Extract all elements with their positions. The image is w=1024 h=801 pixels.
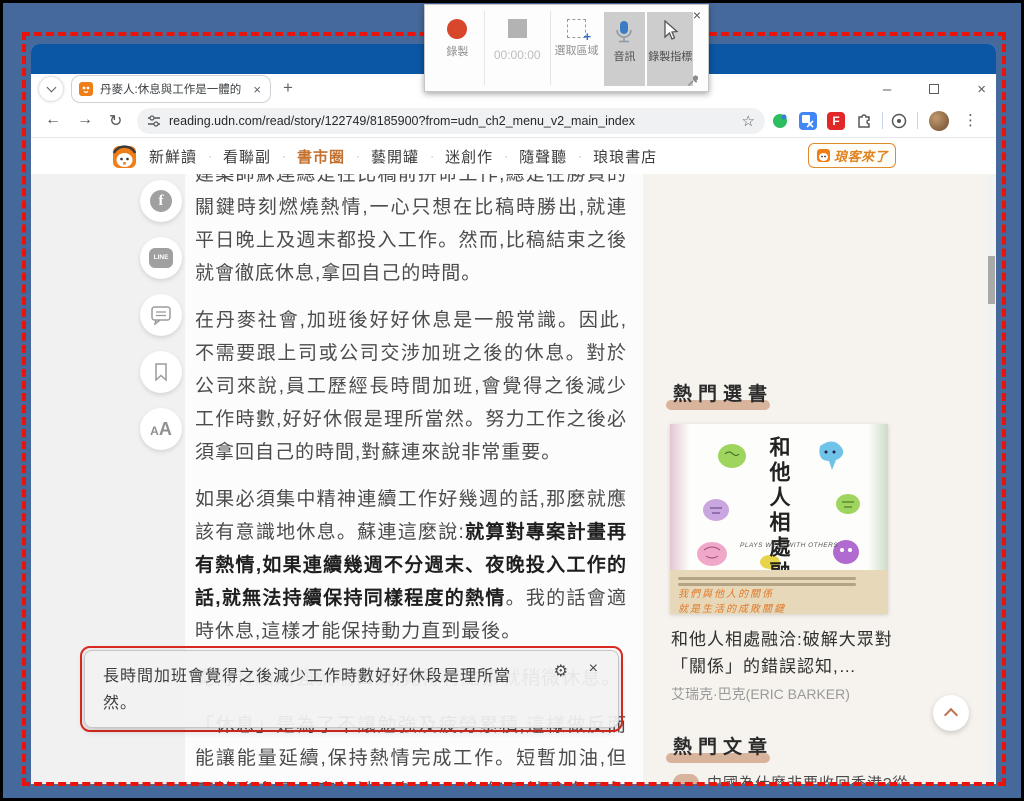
select-region-label: 選取區域 xyxy=(554,45,599,57)
live-caption-popup[interactable]: 長時間加班會覺得之後減少工作時數好好休段是理所當然。 ⚙ × xyxy=(84,650,619,728)
book-cover[interactable]: 和他人相處融洽 PLAYS WELL WITH OTHERS 我們與他人的關係 … xyxy=(670,424,888,615)
select-region-button[interactable]: + 選取區域 xyxy=(549,11,603,85)
bookmark-button[interactable] xyxy=(140,351,182,393)
book-title-link[interactable]: 和他人相處融洽:破解大眾對「關係」的錯誤認知,… xyxy=(671,626,921,680)
nav-item[interactable]: 琅琅書店 xyxy=(593,146,657,167)
scroll-to-top-button[interactable] xyxy=(933,695,969,731)
book-cover-subtitle: PLAYS WELL WITH OTHERS xyxy=(740,542,839,549)
nav-item-active[interactable]: 書市圈 xyxy=(297,146,345,167)
chevron-down-icon xyxy=(46,82,56,93)
browser-window: 丹麥人:休息與工作是一體的 × + – × ← → ↻ reading.udn.… xyxy=(31,44,996,784)
tab-close-icon[interactable]: × xyxy=(250,82,264,97)
scrollbar-thumb[interactable] xyxy=(988,256,995,304)
article-paragraph: 建築師蘇連總是在比稿前拚命工作,總是在勝負的關鍵時刻燃燒熱情,一心只想在比稿時勝… xyxy=(195,174,627,284)
audio-toggle-button[interactable]: 音訊 xyxy=(603,12,646,86)
record-label: 錄製 xyxy=(446,46,469,58)
recorder-close-icon[interactable]: × xyxy=(693,7,701,23)
nav-separator: · xyxy=(578,149,583,163)
address-bar[interactable]: reading.udn.com/read/story/122749/818590… xyxy=(137,108,765,134)
browser-toolbar: ← → ↻ reading.udn.com/read/story/122749/… xyxy=(31,104,996,138)
chevron-up-icon xyxy=(943,707,959,723)
gear-icon[interactable]: ⚙ xyxy=(554,661,568,681)
caption-highlight-border: 長時間加班會覺得之後減少工作時數好好休段是理所當然。 ⚙ × xyxy=(80,646,623,732)
nav-item[interactable]: 隨聲聽 xyxy=(519,146,567,167)
cursor-icon xyxy=(664,20,679,40)
window-close-button[interactable]: × xyxy=(977,81,986,98)
stop-icon xyxy=(507,19,527,38)
langke-badge[interactable]: 琅客來了 xyxy=(808,143,896,168)
evernote-extension-icon[interactable] xyxy=(771,112,789,130)
comment-button[interactable] xyxy=(140,294,182,336)
stop-timer-button[interactable]: 00:00:00 xyxy=(483,11,550,85)
bookmark-star-icon[interactable]: ☆ xyxy=(742,112,755,130)
minimize-button[interactable]: – xyxy=(883,81,891,98)
rank-badge xyxy=(673,773,699,784)
record-button[interactable]: 錄製 xyxy=(431,11,484,85)
record-icon xyxy=(447,19,468,39)
screen-recorder-toolbar: 錄製 00:00:00 + 選取區域 音訊 錄製指標 × xyxy=(424,4,709,92)
badge-label: 琅客來了 xyxy=(833,149,888,164)
article-paragraph: 如果必須集中精神連續工作好幾週的話,那麼就應該有意識地休息。蘇連這麼說:就算對專… xyxy=(195,489,627,642)
pin-icon[interactable] xyxy=(687,74,700,87)
nav-separator: · xyxy=(208,149,213,163)
nav-separator: · xyxy=(356,149,361,163)
translate-extension-icon[interactable] xyxy=(799,112,817,130)
badge-mascot-icon xyxy=(816,149,830,162)
toolbar-divider xyxy=(882,112,883,129)
browser-tab[interactable]: 丹麥人:休息與工作是一體的 × xyxy=(71,75,271,103)
select-region-icon: + xyxy=(567,19,591,44)
new-tab-button[interactable]: + xyxy=(283,78,293,98)
page-content: f LINE AA 建築師蘇連總是在比稿前拚命工作,總是在勝負的關鍵時刻燃燒熱情… xyxy=(31,174,996,784)
site-logo xyxy=(112,145,137,168)
reload-button[interactable]: ↻ xyxy=(109,111,122,131)
sidebar-widgets: 熱門選書 和他人相處融洽 PLAYS WELL WITH OTHERS 我們與他 xyxy=(643,174,996,784)
browser-menu-icon[interactable]: ⋮ xyxy=(963,111,978,129)
tab-title: 丹麥人:休息與工作是一體的 xyxy=(100,84,242,96)
back-button[interactable]: ← xyxy=(45,111,61,129)
caption-text: 長時間加班會覺得之後減少工作時數好好休段是理所當然。 xyxy=(103,668,512,712)
book-author: 艾瑞克·巴克(ERIC BARKER) xyxy=(671,686,850,702)
popular-articles-heading: 熱門文章 xyxy=(666,732,773,763)
caption-close-icon[interactable]: × xyxy=(589,660,598,678)
nav-item[interactable]: 迷創作 xyxy=(445,146,493,167)
nav-item[interactable]: 看聯副 xyxy=(223,146,271,167)
share-facebook-button[interactable]: f xyxy=(140,180,182,222)
book-cover-band: 我們與他人的關係 就是生活的成敗關鍵 xyxy=(670,570,888,615)
bookmark-icon xyxy=(155,363,167,382)
site-favicon xyxy=(79,82,93,96)
screenshot-lens-icon[interactable] xyxy=(890,112,908,130)
share-line-button[interactable]: LINE xyxy=(140,237,182,279)
url-text: reading.udn.com/read/story/122749/818590… xyxy=(169,114,635,128)
tab-search-button[interactable] xyxy=(39,77,63,101)
cover-script-line: 我們與他人的關係 xyxy=(678,589,774,600)
nav-item[interactable]: 新鮮讀 xyxy=(149,146,197,167)
toolbar-divider xyxy=(917,112,918,129)
profile-avatar[interactable] xyxy=(929,111,949,131)
flipboard-extension-icon[interactable]: F xyxy=(827,112,845,130)
nav-separator: · xyxy=(504,149,509,163)
recording-timer: 00:00:00 xyxy=(493,48,541,62)
site-settings-icon xyxy=(148,115,160,127)
forward-button[interactable]: → xyxy=(77,111,93,129)
page-scrollbar[interactable] xyxy=(987,174,996,784)
microphone-icon xyxy=(616,21,633,43)
article-paragraph: 在丹麥社會,加班後好好休息是一般常識。因此,不需要跟上司或公司交涉加班之後的休息… xyxy=(195,310,627,463)
extensions-puzzle-icon[interactable] xyxy=(855,112,873,130)
record-pointer-label: 錄製指標 xyxy=(648,51,693,63)
font-size-icon: AA xyxy=(150,418,172,439)
nav-item[interactable]: 藝開罐 xyxy=(371,146,419,167)
facebook-icon: f xyxy=(150,190,172,212)
nav-separator: · xyxy=(430,149,435,163)
comment-icon xyxy=(151,306,171,325)
maximize-button[interactable] xyxy=(929,81,940,98)
line-icon: LINE xyxy=(149,248,173,268)
popular-article-title: 中國為什麼非要收回香港?從 xyxy=(707,775,909,784)
popular-article-item[interactable]: 中國為什麼非要收回香港?從 xyxy=(673,772,908,784)
site-navigation: 新鮮讀 · 看聯副 · 書市圈 · 藝開罐 · 迷創作 · 隨聲聽 · 琅琅書店… xyxy=(31,138,996,174)
font-size-button[interactable]: AA xyxy=(140,408,182,450)
audio-label: 音訊 xyxy=(613,51,636,63)
nav-separator: · xyxy=(282,149,287,163)
cover-script-line: 就是生活的成敗關鍵 xyxy=(678,604,786,615)
popular-books-heading: 熱門選書 xyxy=(666,379,773,410)
